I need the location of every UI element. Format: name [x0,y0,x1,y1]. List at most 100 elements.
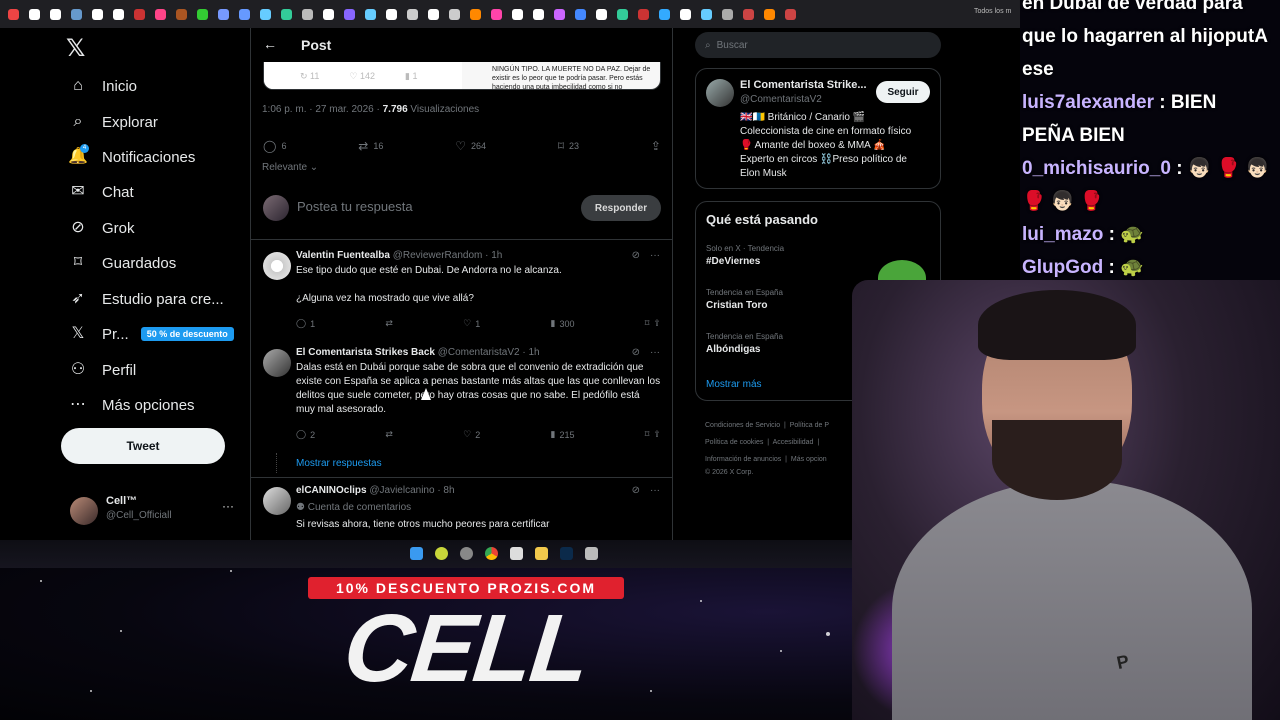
reply-submit-button[interactable]: Responder [581,195,661,221]
app-icon[interactable] [585,547,598,560]
bookmark-favicon-icon[interactable] [8,8,19,20]
bookmark-favicon-icon[interactable] [449,8,460,20]
bookmark-favicon-icon[interactable] [617,8,628,20]
nav-item-guardados[interactable]: ⌑ Guardados [68,253,176,273]
bookmarks-all-folder[interactable]: Todos los m [974,8,1011,15]
bookmark-favicon-icon[interactable] [764,8,775,20]
repost-action[interactable]: ⇄ [385,318,393,329]
chat-username[interactable]: GlupGod [1022,257,1103,278]
post-timestamp[interactable]: 1:06 p. m. · 27 mar. 2026 · [262,104,383,115]
bookmark-favicon-icon[interactable] [512,8,523,20]
bookmark-favicon-icon[interactable] [722,8,733,20]
like-action[interactable]: ♡ 1 [463,318,480,329]
bookmark-favicon-icon[interactable] [323,8,334,20]
trend-item[interactable]: Tendencia en España Cristian Toro [706,288,783,311]
bookmark-favicon-icon[interactable] [659,8,670,20]
bookmark-favicon-icon[interactable] [176,8,187,20]
footer-link[interactable]: Condiciones de Servicio [705,422,780,429]
windows-start-icon[interactable] [410,547,423,560]
x-logo[interactable]: 𝕏 [66,34,85,63]
app-icon[interactable] [460,547,473,560]
bookmark-favicon-icon[interactable] [554,8,565,20]
bookmark-favicon-icon[interactable] [302,8,313,20]
author-name[interactable]: Valentin Fuentealba [296,250,390,261]
search-input[interactable]: ⌕ Buscar [695,32,941,58]
bookmark-favicon-icon[interactable] [491,8,502,20]
nav-item-más-opciones[interactable]: ⋯ Más opciones [68,395,195,415]
reply-action[interactable]: ◯ 1 [296,318,315,329]
nav-item-estudio-para-cre[interactable]: ➶ Estudio para cre... [68,289,223,309]
footer-link[interactable]: Más opcion [791,456,827,463]
views-action[interactable]: ▮ 300 [551,318,575,329]
folder-icon[interactable] [535,547,548,560]
reply-item[interactable]: El Comentarista Strikes Back @Comentaris… [251,343,672,453]
bookmark-favicon-icon[interactable] [29,8,40,20]
chat-username[interactable]: luis7alexander [1022,92,1154,113]
bookmark-favicon-icon[interactable] [134,8,145,20]
bookmark-favicon-icon[interactable] [743,8,754,20]
nav-item-inicio[interactable]: ⌂ Inicio [68,76,137,96]
reply-input[interactable]: Postea tu respuesta [297,199,413,214]
more-dots-icon[interactable]: ··· [650,485,660,496]
chat-username[interactable]: 0_michisaurio_0 [1022,158,1171,179]
back-arrow-icon[interactable]: ← [263,36,277,52]
more-dots-icon[interactable]: ··· [222,499,234,513]
bookmark-favicon-icon[interactable] [596,8,607,20]
more-dots-icon[interactable]: ··· [650,250,660,261]
bookmark-favicon-icon[interactable] [533,8,544,20]
bookmark-favicon-icon[interactable] [92,8,103,20]
avatar[interactable] [706,79,734,107]
app-icon[interactable] [510,547,523,560]
bookmark-favicon-icon[interactable] [239,8,250,20]
author-name[interactable]: elCANINOclips [296,485,367,496]
reply-action[interactable]: ◯ 6 [263,139,286,153]
app-icon[interactable] [435,547,448,560]
bookmark-favicon-icon[interactable] [197,8,208,20]
reply-item[interactable]: Valentin Fuentealba @ReviewerRandom · 1h… [251,246,672,346]
bookmark-favicon-icon[interactable] [365,8,376,20]
more-dots-icon[interactable]: ··· [650,347,660,358]
footer-link[interactable]: Accesibilidad [773,439,814,446]
trend-item[interactable]: Tendencia en España Albóndigas [706,332,783,355]
repost-action[interactable]: ⇄ 16 [358,139,383,153]
nav-item-grok[interactable]: ⊘ Grok [68,218,134,238]
avatar[interactable] [263,252,291,280]
bookmark-share[interactable]: ⌑ ⇪ [645,429,661,440]
reply-action[interactable]: ◯ 2 [296,429,315,440]
nav-item-chat[interactable]: ✉ Chat [68,182,133,202]
photoshop-icon[interactable] [560,547,573,560]
bookmark-favicon-icon[interactable] [113,8,124,20]
bookmark-action[interactable]: ⌑ 23 [558,139,579,153]
footer-link[interactable]: Información de anuncios [705,456,781,463]
avatar[interactable] [263,349,291,377]
premium-discount-badge[interactable]: 50 % de descuento [140,327,234,341]
profile-name[interactable]: El Comentarista Strike... [740,79,867,91]
bookmark-favicon-icon[interactable] [407,8,418,20]
account-switcher[interactable]: Cell™ @Cell_Officiall ··· [70,495,240,527]
share-action[interactable]: ⇪ [651,139,661,153]
bookmark-favicon-icon[interactable] [428,8,439,20]
bookmark-favicon-icon[interactable] [344,8,355,20]
footer-link[interactable]: Política de cookies [705,439,763,446]
bookmark-favicon-icon[interactable] [680,8,691,20]
embedded-media[interactable]: ↻ 11 ♡ 142 ▮ 1 NINGÚN TIPO. LA MUERTE NO D… [263,62,661,90]
bookmark-share[interactable]: ⌑ ⇪ [645,318,661,329]
nav-item-pr[interactable]: 𝕏 Pr... 50 % de descuento [68,324,234,344]
bookmark-favicon-icon[interactable] [155,8,166,20]
footer-link[interactable]: Política de P [790,422,829,429]
like-action[interactable]: ♡ 264 [455,139,486,153]
trend-item[interactable]: Solo en X · Tendencia #DeViernes [706,244,784,267]
bookmark-favicon-icon[interactable] [50,8,61,20]
grok-icon[interactable]: ⊘ [632,485,640,496]
bookmark-favicon-icon[interactable] [701,8,712,20]
bookmark-favicon-icon[interactable] [470,8,481,20]
like-action[interactable]: ♡ 2 [463,429,480,440]
grok-icon[interactable]: ⊘ [632,250,640,261]
bookmark-favicon-icon[interactable] [638,8,649,20]
follow-button[interactable]: Seguir [876,81,930,103]
bookmark-favicon-icon[interactable] [218,8,229,20]
bookmark-favicon-icon[interactable] [281,8,292,20]
show-more-link[interactable]: Mostrar más [706,379,762,390]
show-replies-link[interactable]: Mostrar respuestas [296,458,382,469]
tweet-button[interactable]: Tweet [61,428,225,464]
